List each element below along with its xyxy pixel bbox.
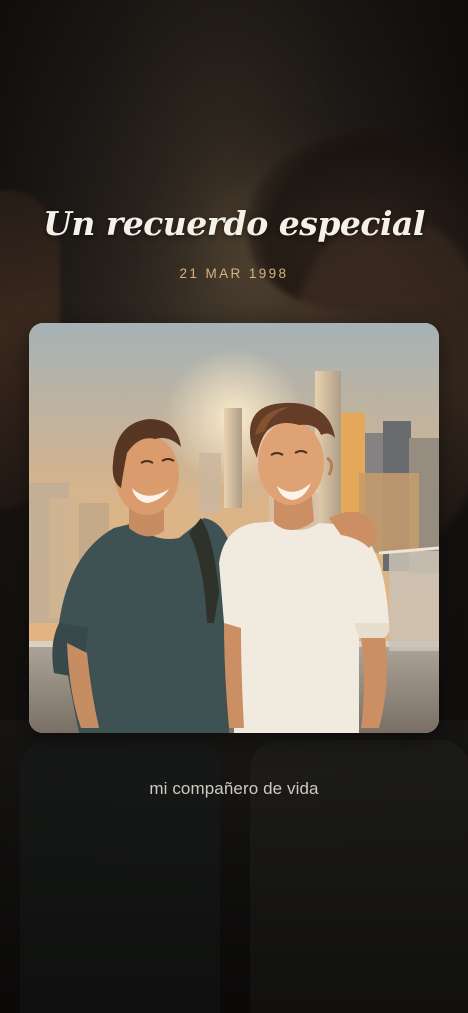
- memory-screen: Un recuerdo especial 21 MAR 1998 mi comp…: [0, 0, 468, 1013]
- two-friends-laughing-photo: [29, 323, 439, 733]
- memory-photo[interactable]: [29, 323, 439, 733]
- memory-date: 21 MAR 1998: [179, 266, 289, 281]
- memory-title: Un recuerdo especial: [43, 204, 425, 243]
- memory-caption: mi compañero de vida: [149, 779, 319, 798]
